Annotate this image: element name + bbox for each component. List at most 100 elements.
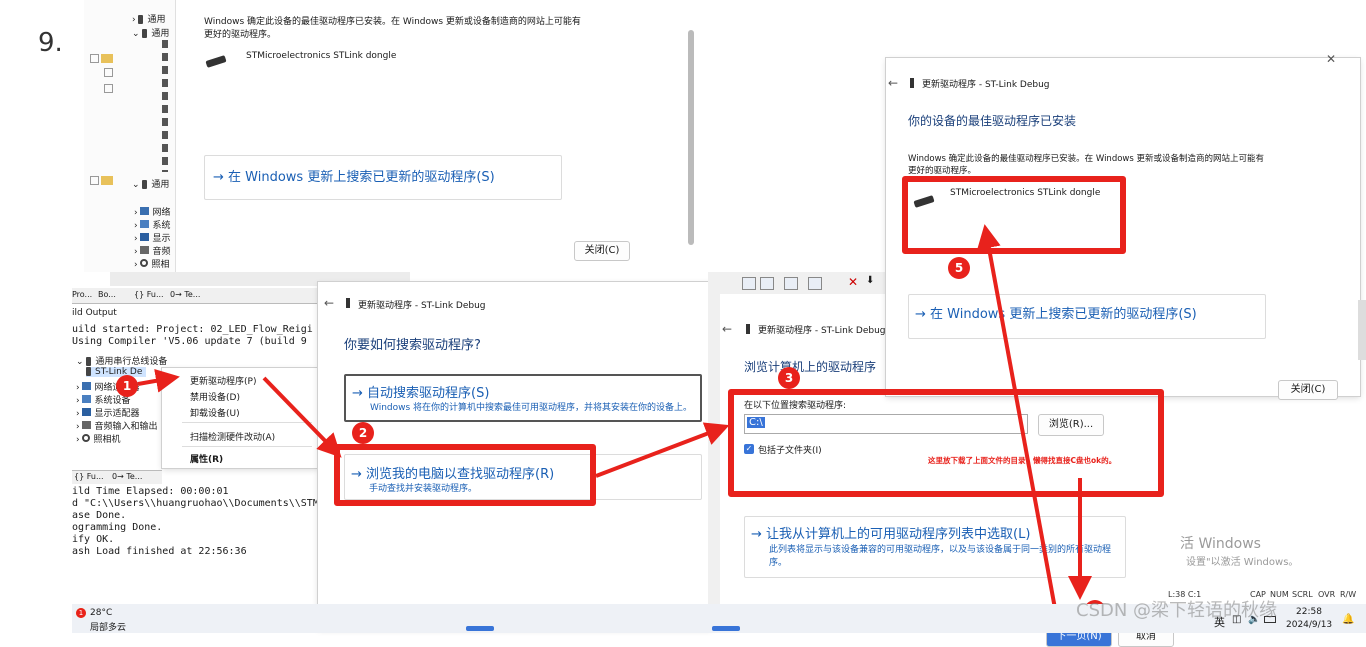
menu-uninstall-device[interactable]: 卸载设备(U) <box>190 406 240 419</box>
display-icon <box>82 408 92 416</box>
update-link-option[interactable]: → 在 Windows 更新上搜索已更新的驱动程序(S) <box>204 155 562 200</box>
update-link[interactable]: → 在 Windows 更新上搜索已更新的驱动程序(S) <box>213 166 495 185</box>
device-name: STMicroelectronics STLink dongle <box>246 51 397 61</box>
tab-templates[interactable]: 0→ Te... <box>170 290 200 299</box>
tab-books[interactable]: Bo... <box>98 290 116 299</box>
toolbar-icon[interactable] <box>808 277 822 290</box>
tree-expand-box[interactable] <box>90 54 99 63</box>
folder-icon <box>101 176 113 185</box>
menu-scan-hardware[interactable]: 扫描检测硬件改动(A) <box>190 430 275 443</box>
tree-expand-box[interactable] <box>104 84 113 93</box>
delete-icon[interactable]: ✕ <box>848 275 858 289</box>
highlight-path-area <box>728 389 1164 497</box>
usb-device-icon <box>746 324 750 334</box>
device-tree: ⌄ 通用串行总线设备 ST-Link De › 网络适配器 › 系统设备 › 显… <box>72 350 167 450</box>
weather-temp[interactable]: 28°C <box>90 608 112 618</box>
taskbar-app[interactable] <box>466 626 494 631</box>
auto-search-option[interactable]: → 自动搜索驱动程序(S) Windows 将在你的计算机中搜索最佳可用驱动程序… <box>344 374 702 422</box>
auto-search-title[interactable]: → 自动搜索驱动程序(S) <box>352 382 489 401</box>
auto-search-desc: Windows 将在你的计算机中搜索最佳可用驱动程序，并将其安装在你的设备上。 <box>370 403 693 413</box>
menu-update-driver[interactable]: 更新驱动程序(P) <box>190 374 256 387</box>
close-button[interactable]: 关闭(C) <box>1278 380 1338 400</box>
pick-driver-title[interactable]: → 让我从计算机上的可用驱动程序列表中选取(L) <box>751 523 1030 542</box>
output-line: d "C:\\Users\\huangruohao\\Documents\\ST… <box>72 498 319 509</box>
toolbar-icon[interactable] <box>784 277 798 290</box>
update-link-option[interactable]: → 在 Windows 更新上搜索已更新的驱动程序(S) <box>908 294 1266 339</box>
notification-icon[interactable]: 🔔 <box>1342 614 1354 625</box>
pick-driver-desc: 此列表将显示与该设备兼容的可用驱动程序，以及与该设备属于同一类别的所有驱动程 <box>769 545 1112 555</box>
status-ovr: OVR <box>1318 590 1336 599</box>
ide-bottom-tabs: {} Fu... 0→ Te... <box>72 470 162 484</box>
down-icon[interactable]: ⬇ <box>866 275 874 286</box>
toolbar-icon[interactable] <box>760 277 774 290</box>
right-scrollbar[interactable] <box>1358 300 1366 360</box>
menu-disable-device[interactable]: 禁用设备(D) <box>190 390 240 403</box>
weather-desc[interactable]: 局部多云 <box>90 620 126 633</box>
tab-functions[interactable]: {} Fu... <box>134 290 164 299</box>
menu-divider <box>182 446 312 447</box>
status-rw: R/W <box>1340 590 1357 599</box>
camera-icon <box>82 434 91 442</box>
tab-functions-bottom[interactable]: {} Fu... <box>74 472 104 481</box>
tab-templates-bottom[interactable]: 0→ Te... <box>112 472 142 481</box>
output-line: ify OK. <box>72 534 115 545</box>
installed-text-1: Windows 确定此设备的最佳驱动程序已安装。在 Windows 更新或设备制… <box>908 154 1264 164</box>
step-badge-2: 2 <box>352 422 374 444</box>
back-arrow-icon[interactable]: ← <box>324 296 334 310</box>
taskbar-app[interactable] <box>712 626 740 631</box>
audio-icon <box>82 421 92 429</box>
dialog-title: 更新驱动程序 - ST-Link Debug <box>758 326 886 336</box>
output-line: ash Load finished at 22:56:36 <box>72 546 247 557</box>
browse-toolbar: ✕ ⬇ <box>708 272 888 294</box>
output-line: ild Time Elapsed: 00:00:01 <box>72 486 229 497</box>
usb-plug-icon <box>205 55 227 68</box>
dialog-heading: 你要如何搜索驱动程序? <box>344 338 481 353</box>
tree-item: 通用 <box>151 29 170 39</box>
usb-device-icon <box>346 298 350 308</box>
pick-driver-desc-2: 序。 <box>769 558 788 568</box>
output-line: Using Compiler 'V5.06 update 7 (build 9 <box>72 336 307 347</box>
tree-stlink-device[interactable]: ST-Link De <box>95 367 142 377</box>
toolbar-icon[interactable] <box>742 277 756 290</box>
build-output-title: ild Output <box>72 308 117 318</box>
installed-text-1: Windows 确定此设备的最佳驱动程序已安装。在 Windows 更新或设备制… <box>204 17 581 27</box>
step-number: 9. <box>38 28 63 58</box>
step-badge-5: 5 <box>948 257 970 279</box>
context-menu: 更新驱动程序(P) 禁用设备(D) 卸载设备(U) 扫描检测硬件改动(A) 属性… <box>162 368 318 468</box>
scrollbar[interactable] <box>688 30 694 245</box>
tab-project[interactable]: Pro... <box>72 290 92 299</box>
tree-item: 通用 <box>147 15 166 25</box>
highlight-device <box>902 176 1126 254</box>
menu-divider <box>182 422 312 423</box>
usb-device-icon <box>910 78 914 88</box>
usb-device-column <box>162 40 168 172</box>
network-icon <box>140 207 150 215</box>
output-line: uild started: Project: 02_LED_Flow_Reigi <box>72 324 313 335</box>
taskbar-date[interactable]: 2024/9/13 <box>1286 620 1332 630</box>
menu-properties[interactable]: 属性(R) <box>190 452 223 465</box>
installed-text-2: 更好的驱动程序。 <box>204 30 277 40</box>
dialog-title: 更新驱动程序 - ST-Link Debug <box>922 80 1050 90</box>
back-arrow-icon[interactable]: ← <box>722 322 732 336</box>
status-scrl: SCRL <box>1292 590 1313 599</box>
pick-driver-option[interactable]: → 让我从计算机上的可用驱动程序列表中选取(L) 此列表将显示与该设备兼容的可用… <box>744 516 1126 578</box>
dialog-heading: 你的设备的最佳驱动程序已安装 <box>908 114 1077 128</box>
camera-icon <box>140 259 149 267</box>
taskbar-time[interactable]: 22:58 <box>1296 607 1322 617</box>
notify-badge: 1 <box>76 608 86 618</box>
close-button[interactable]: 关闭(C) <box>574 241 630 261</box>
highlight-browse-option <box>334 444 596 506</box>
tree-usb-controllers[interactable]: 通用串行总线设备 <box>95 357 167 367</box>
back-arrow-icon[interactable]: ← <box>888 76 898 90</box>
dialog-heading: 浏览计算机上的驱动程序 <box>744 360 877 374</box>
device-tree-top: › 通用 ⌄ 通用 ⌄ 通用 › 网络 › 系统 › 显示 › 音频 › 照相 <box>84 0 176 272</box>
tree-expand-box[interactable] <box>90 176 99 185</box>
watermark: CSDN @梁下轻语的秋缘 <box>1076 600 1278 621</box>
output-line: ogramming Done. <box>72 522 163 533</box>
close-x-icon[interactable]: ✕ <box>1326 52 1336 66</box>
step-badge-1: 1 <box>116 375 138 397</box>
tree-expand-box[interactable] <box>104 68 113 77</box>
folder-icon <box>101 54 113 63</box>
update-link[interactable]: → 在 Windows 更新上搜索已更新的驱动程序(S) <box>915 303 1197 322</box>
dialog-title: 更新驱动程序 - ST-Link Debug <box>358 301 486 311</box>
